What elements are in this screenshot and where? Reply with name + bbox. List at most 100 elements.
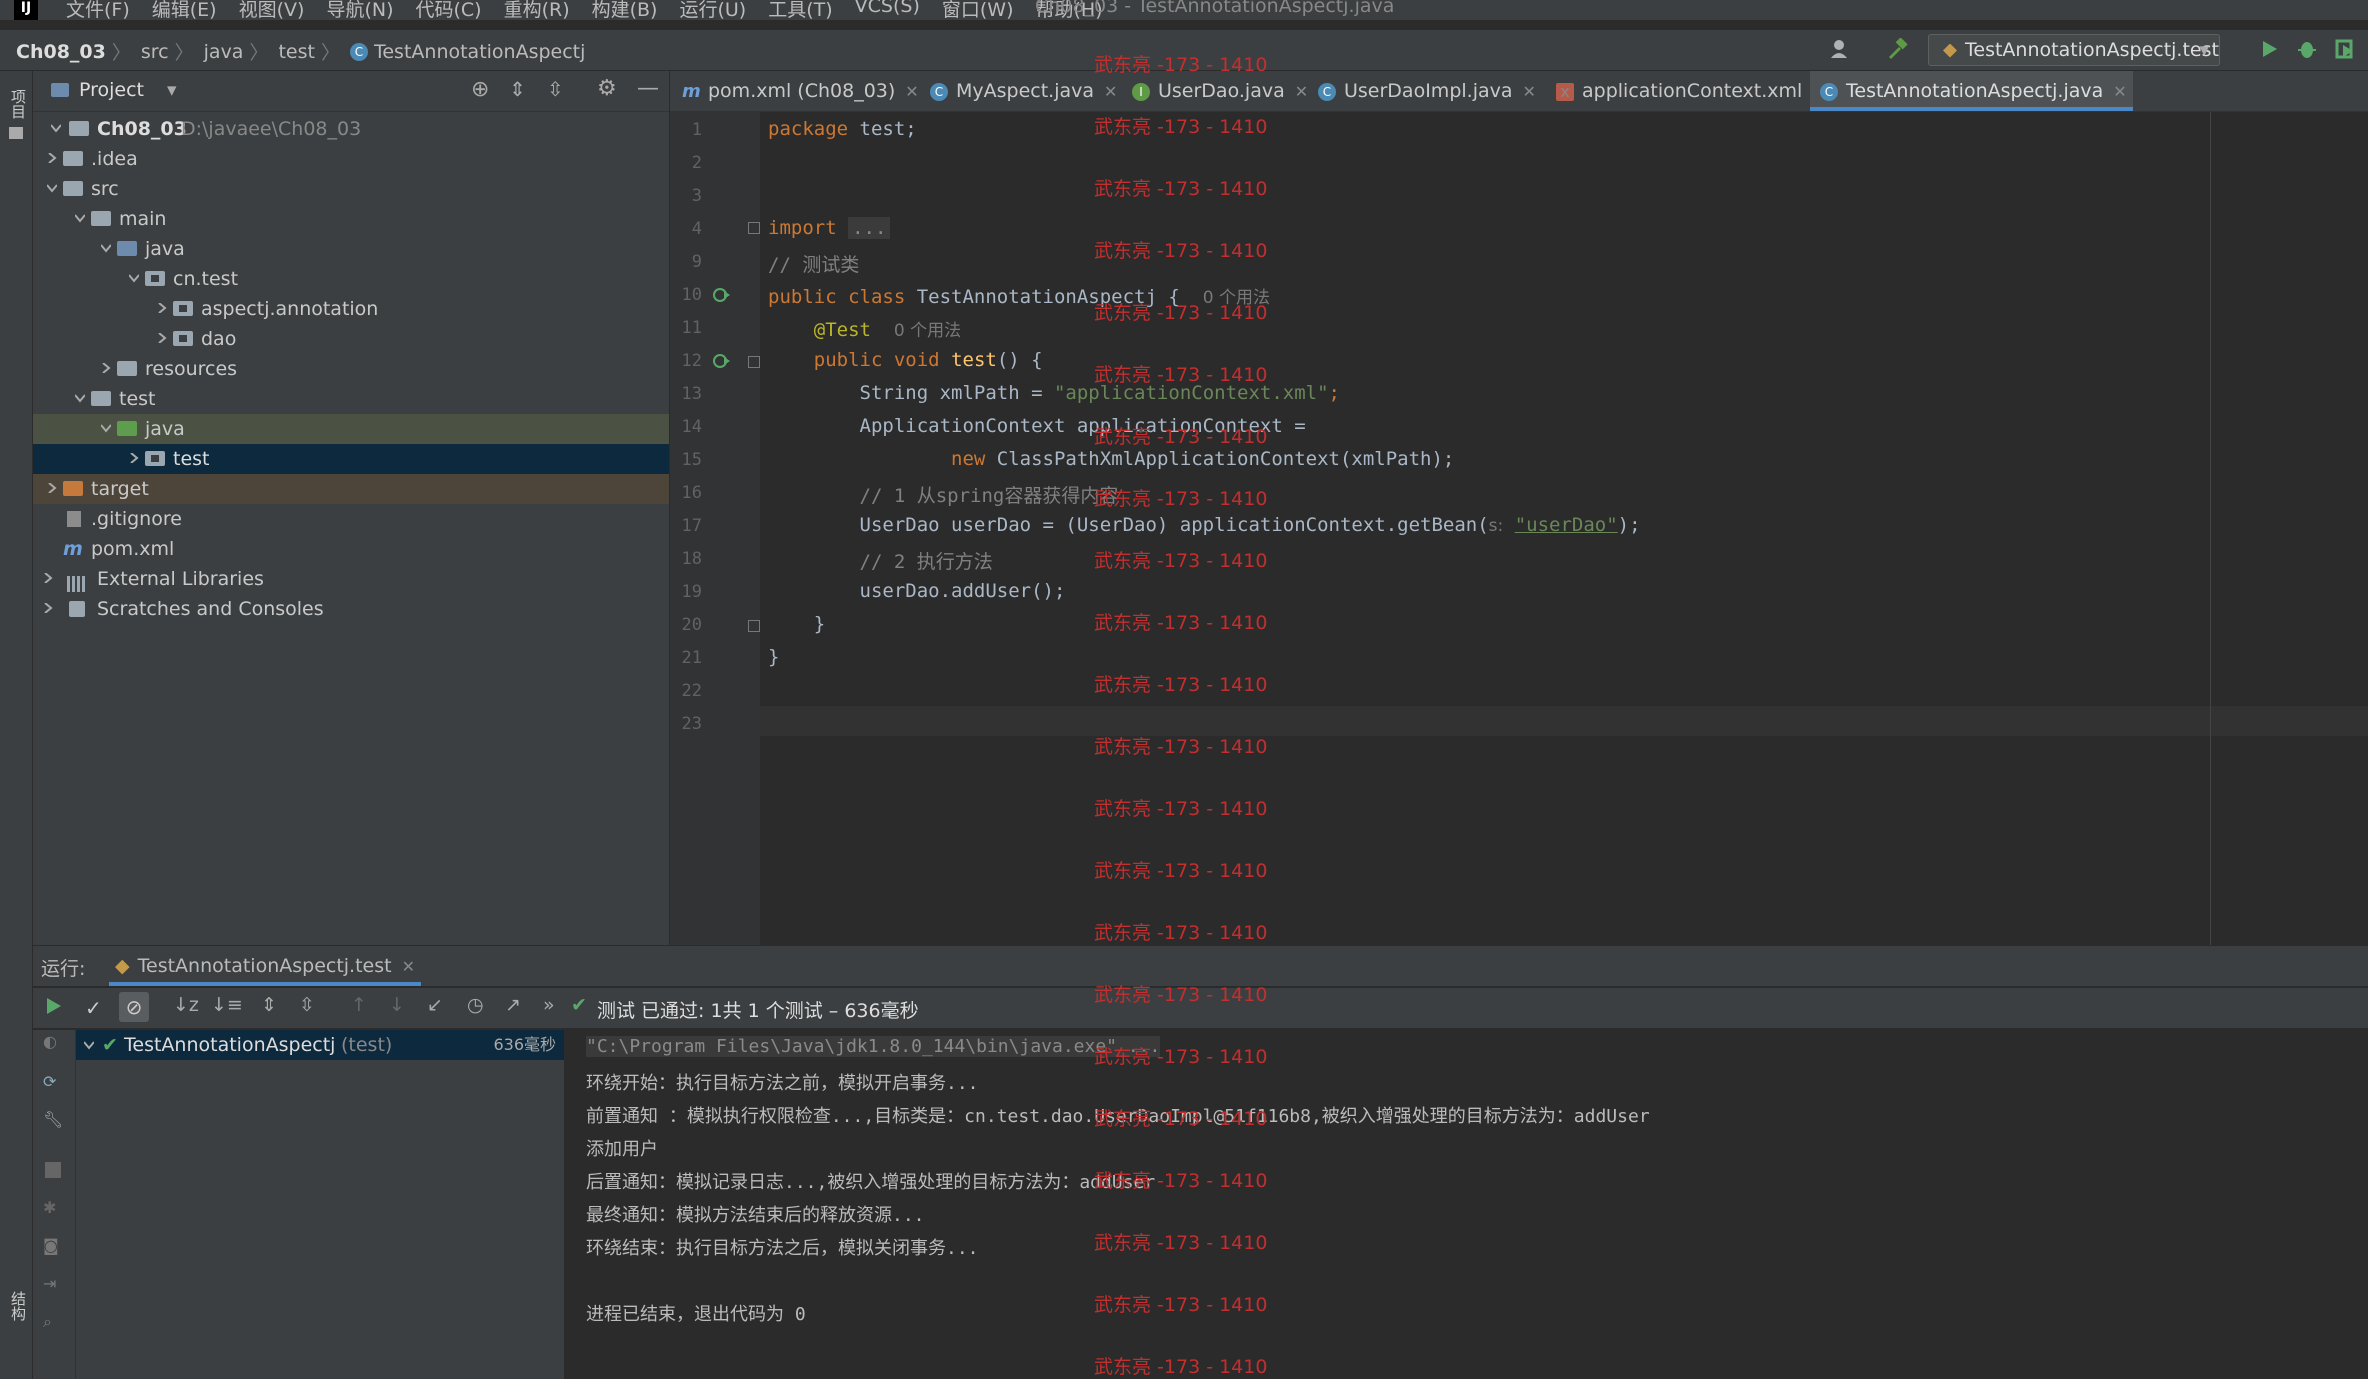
breadcrumb-test[interactable]: test	[278, 41, 315, 63]
tab-userdao[interactable]: I UserDao.java ✕	[1132, 71, 1308, 111]
menu-vcs[interactable]: VCS(S)	[855, 0, 920, 22]
wrench-icon[interactable]: 🔧︎	[43, 1110, 63, 1129]
chevron-down-icon[interactable]	[75, 393, 85, 403]
sort-alpha-icon[interactable]: ↓z	[173, 994, 199, 1016]
chevron-right-icon[interactable]	[157, 303, 167, 313]
chevron-right-icon[interactable]	[43, 603, 53, 613]
menu-file[interactable]: 文件(F)	[66, 0, 130, 22]
menu-build[interactable]: 构建(B)	[592, 0, 658, 22]
exit-icon[interactable]: ⇥	[43, 1274, 56, 1293]
previous-failed-icon[interactable]: ↑	[351, 994, 367, 1016]
chevron-down-icon[interactable]: ▾	[167, 79, 177, 101]
tree-item-test-package[interactable]: test	[33, 444, 669, 474]
project-tool-window-button[interactable]: 项目	[8, 89, 29, 119]
close-icon[interactable]: ✕	[1104, 82, 1117, 101]
chevron-down-icon[interactable]	[129, 273, 139, 283]
coverage-icon[interactable]	[2334, 38, 2356, 60]
chevron-right-icon[interactable]	[129, 453, 139, 463]
expand-all-icon[interactable]: ⇕	[261, 994, 277, 1016]
close-icon[interactable]: ✕	[905, 82, 918, 101]
run-test-gutter-icon[interactable]	[712, 351, 732, 375]
fold-icon[interactable]	[748, 620, 760, 632]
tree-item-gitignore[interactable]: .gitignore	[33, 504, 669, 534]
tree-item-scratches[interactable]: Scratches and Consoles	[33, 594, 669, 624]
tab-applicationcontext-xml[interactable]: xapplicationContext.xml✕	[1546, 71, 1826, 111]
tab-userdaoimpl[interactable]: C UserDaoImpl.java ✕	[1318, 71, 1536, 111]
chevron-right-icon[interactable]	[47, 483, 57, 493]
tree-item-pom[interactable]: m pom.xml	[33, 534, 669, 564]
tree-item-project-root[interactable]: Ch08_03 D:\javaee\Ch08_03	[33, 114, 669, 144]
chevron-down-icon[interactable]	[83, 1030, 95, 1069]
menu-refactor[interactable]: 重构(R)	[504, 0, 570, 22]
expand-all-icon[interactable]: ⇕	[509, 77, 526, 101]
rerun-icon[interactable]	[43, 996, 63, 1021]
tree-item-resources[interactable]: resources	[33, 354, 669, 384]
chevron-right-icon[interactable]	[157, 333, 167, 343]
show-passed-icon[interactable]: ✓	[85, 996, 102, 1020]
project-panel-title[interactable]: Project	[79, 79, 144, 101]
fold-icon[interactable]	[748, 222, 760, 234]
sort-duration-icon[interactable]: ↓≡	[211, 994, 243, 1016]
import-tests-icon[interactable]: ↙	[427, 994, 443, 1016]
close-icon[interactable]: ✕	[2113, 82, 2126, 101]
debug-icon[interactable]	[2296, 38, 2318, 60]
breadcrumb-java[interactable]: java	[204, 41, 244, 63]
chevron-down-icon[interactable]	[47, 183, 57, 193]
tree-item-idea[interactable]: .idea	[33, 144, 669, 174]
menu-code[interactable]: 代码(C)	[415, 0, 481, 22]
tab-myaspect[interactable]: C MyAspect.java ✕	[930, 71, 1117, 111]
tree-item-test-java[interactable]: java	[33, 414, 669, 444]
tree-item-dao[interactable]: dao	[33, 324, 669, 354]
folded-imports[interactable]: ...	[848, 217, 891, 239]
tree-item-main-java[interactable]: java	[33, 234, 669, 264]
show-ignored-icon[interactable]: ⊘	[119, 992, 149, 1022]
tree-item-aspectj-annotation[interactable]: aspectj.annotation	[33, 294, 669, 324]
pin-icon[interactable]: ◐	[43, 1032, 57, 1051]
test-result-row[interactable]: ✔ TestAnnotationAspectj (test) 636毫秒	[76, 1030, 564, 1060]
code-editor[interactable]: 1 2 3 4 9 10 11 12 13 14 15 16 17 18 19 …	[670, 112, 2368, 945]
menu-navigate[interactable]: 导航(N)	[326, 0, 393, 22]
run-icon[interactable]	[2258, 38, 2280, 60]
menu-view[interactable]: 视图(V)	[239, 0, 305, 22]
chevron-right-icon[interactable]	[47, 153, 57, 163]
breadcrumb-project[interactable]: Ch08_03	[16, 41, 106, 63]
camera-icon[interactable]: ◙	[43, 1236, 59, 1255]
user-icon[interactable]	[1830, 38, 1852, 60]
run-tab[interactable]: ◆ TestAnnotationAspectj.test ✕	[109, 946, 421, 986]
search-icon[interactable]: ⌕	[43, 1312, 52, 1332]
build-hammer-icon[interactable]	[1886, 37, 1908, 60]
breadcrumb-src[interactable]: src	[141, 41, 169, 63]
fold-icon[interactable]	[748, 356, 760, 368]
close-icon[interactable]: ✕	[402, 957, 415, 976]
structure-tool-window-button[interactable]: 结构	[8, 1291, 29, 1321]
menu-tools[interactable]: 工具(T)	[768, 0, 832, 22]
chevron-right-icon[interactable]	[101, 363, 111, 373]
tree-item-test[interactable]: test	[33, 384, 669, 414]
chevron-down-icon[interactable]	[101, 243, 111, 253]
tree-item-cn-test[interactable]: cn.test	[33, 264, 669, 294]
close-icon[interactable]: ✕	[1523, 82, 1536, 101]
tree-item-main[interactable]: main	[33, 204, 669, 234]
collapse-all-icon[interactable]: ⇳	[299, 994, 315, 1016]
locate-icon[interactable]: ⊕	[471, 77, 489, 102]
more-icon[interactable]: »	[543, 994, 555, 1016]
chevron-down-icon[interactable]	[51, 123, 61, 133]
stop-icon[interactable]	[45, 1162, 61, 1178]
run-configuration-select[interactable]: TestAnnotationAspectj.test ▾	[1928, 34, 2220, 66]
debug-icon[interactable]: ✱	[43, 1198, 56, 1217]
tab-pom-xml[interactable]: m pom.xml (Ch08_03) ✕	[682, 71, 919, 111]
close-icon[interactable]: ✕	[1295, 82, 1308, 101]
collapse-all-icon[interactable]: ⇳	[547, 77, 564, 101]
tree-item-target[interactable]: target	[33, 474, 669, 504]
hide-icon[interactable]: —	[637, 76, 659, 101]
console-output[interactable]: "C:\Program Files\Java\jdk1.8.0_144\bin\…	[564, 1030, 2368, 1379]
menu-window[interactable]: 窗口(W)	[942, 0, 1014, 22]
menu-run[interactable]: 运行(U)	[679, 0, 746, 22]
intellij-logo-icon[interactable]: IJ	[14, 0, 38, 20]
tree-item-external-libraries[interactable]: External Libraries	[33, 564, 669, 594]
menu-edit[interactable]: 编辑(E)	[152, 0, 217, 22]
tree-item-src[interactable]: src	[33, 174, 669, 204]
chevron-right-icon[interactable]	[43, 573, 53, 583]
gear-icon[interactable]: ⚙	[597, 76, 617, 101]
history-icon[interactable]: ◷	[467, 994, 484, 1016]
